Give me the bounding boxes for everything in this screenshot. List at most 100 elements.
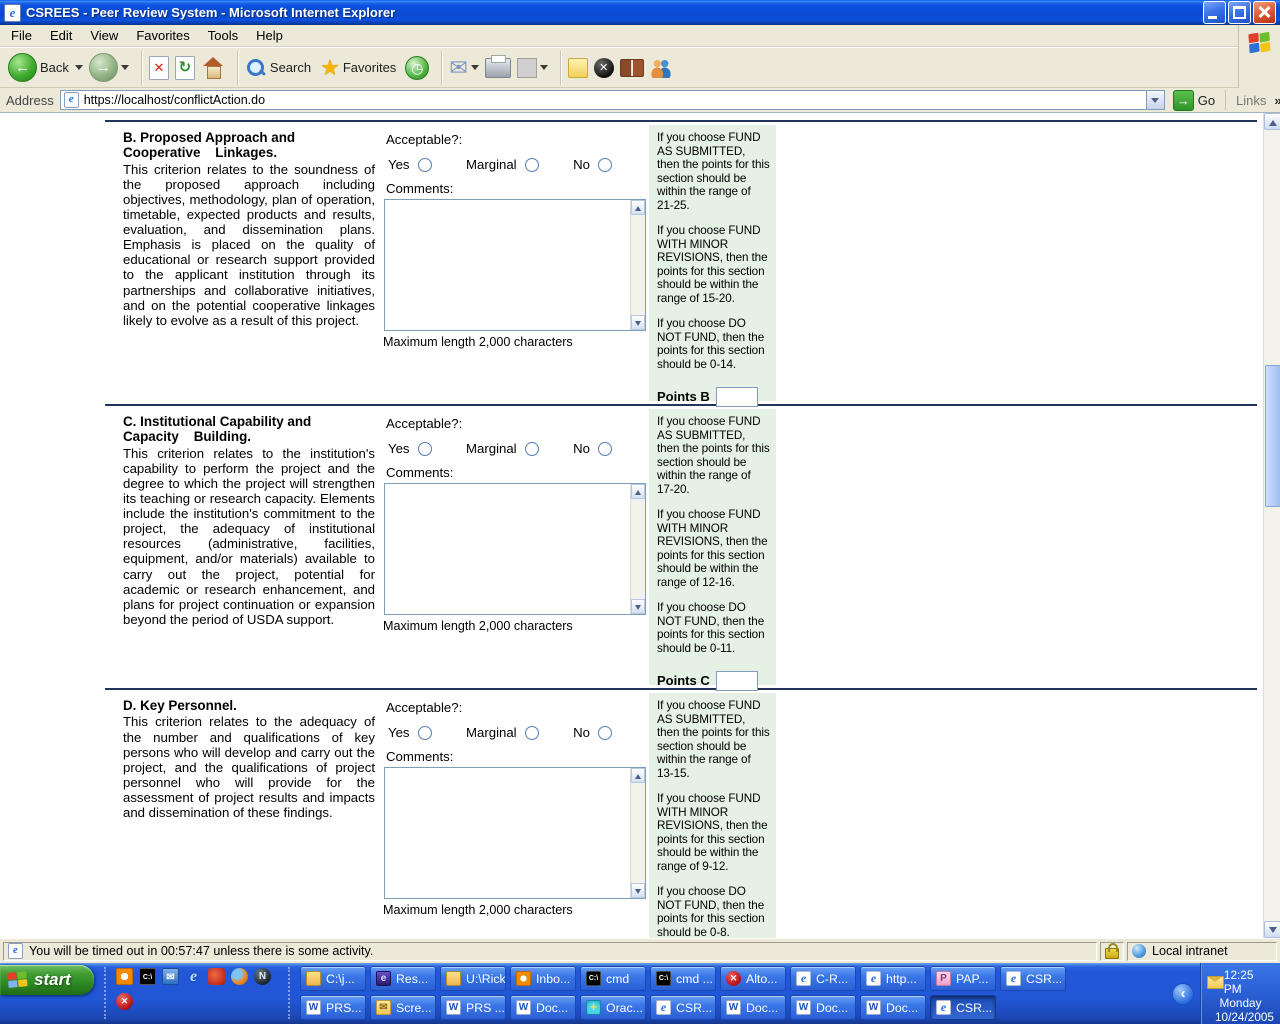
edit-dropdown-icon[interactable] [540, 65, 548, 70]
taskbar-button[interactable]: Doc... [860, 995, 926, 1020]
menu-file[interactable]: File [2, 25, 41, 46]
scroll-down-icon[interactable] [631, 315, 645, 330]
textarea-scrollbar[interactable] [630, 200, 645, 330]
taskbar-button[interactable]: Doc... [790, 995, 856, 1020]
vertical-scrollbar[interactable] [1263, 113, 1280, 938]
radio-option-marginal[interactable]: Marginal [466, 157, 539, 172]
new-mail-icon[interactable] [1207, 976, 1224, 989]
taskbar-button[interactable]: Inbo... [510, 966, 576, 991]
history-button[interactable] [405, 56, 429, 80]
scrollbar-thumb[interactable] [1265, 365, 1280, 507]
taskbar-button[interactable]: cmd ... [650, 966, 716, 991]
discuss-button[interactable] [568, 58, 588, 78]
back-button[interactable]: Back [8, 53, 83, 82]
taskbar-button[interactable]: Res... [370, 966, 436, 991]
taskbar-button[interactable]: PRS ... [440, 995, 506, 1020]
taskbar-button[interactable]: Alto... [720, 966, 786, 991]
taskbar-button[interactable]: PAP... [930, 966, 996, 991]
radio-option-no[interactable]: No [573, 725, 612, 740]
address-dropdown-icon[interactable] [1146, 91, 1164, 109]
mail-dropdown-icon[interactable] [471, 65, 479, 70]
radio-option-no[interactable]: No [573, 441, 612, 456]
radio-option-no[interactable]: No [573, 157, 612, 172]
radio-option-yes[interactable]: Yes [388, 441, 432, 456]
taskbar-button[interactable]: Doc... [510, 995, 576, 1020]
links-chevron-icon[interactable]: » [1274, 93, 1280, 108]
radio-button-icon[interactable] [598, 158, 612, 172]
points-input[interactable] [716, 671, 758, 691]
forward-button[interactable] [89, 53, 129, 82]
comments-textarea[interactable] [384, 767, 646, 899]
go-button[interactable]: Go [1173, 90, 1215, 111]
taskbar-button[interactable]: cmd [580, 966, 646, 991]
radio-button-icon[interactable] [525, 442, 539, 456]
print-button[interactable] [485, 58, 511, 78]
firefox-icon[interactable] [231, 968, 248, 985]
scroll-up-icon[interactable] [631, 768, 645, 783]
taskbar-button[interactable]: PRS... [300, 995, 366, 1020]
taskbar-button[interactable]: CSR... [650, 995, 716, 1020]
radio-button-icon[interactable] [418, 726, 432, 740]
radio-option-marginal[interactable]: Marginal [466, 441, 539, 456]
taskbar-button[interactable]: http... [860, 966, 926, 991]
scroll-down-icon[interactable] [1264, 921, 1280, 938]
close-button[interactable] [1253, 1, 1276, 24]
menu-help[interactable]: Help [247, 25, 292, 46]
radio-button-icon[interactable] [525, 158, 539, 172]
taskbar-button[interactable]: Doc... [720, 995, 786, 1020]
taskbar-button[interactable]: CSR... [930, 995, 996, 1020]
taskbar-button[interactable]: Scre... [370, 995, 436, 1020]
links-label[interactable]: Links [1236, 93, 1266, 108]
refresh-button[interactable] [175, 56, 195, 80]
scroll-up-icon[interactable] [1264, 113, 1280, 130]
taskbar-button[interactable]: CSR... [1000, 966, 1066, 991]
radio-option-yes[interactable]: Yes [388, 157, 432, 172]
internet-explorer-icon[interactable] [185, 968, 202, 985]
cmd-icon[interactable] [139, 968, 156, 985]
outlook-express-icon[interactable] [162, 968, 179, 985]
error-x-icon[interactable] [116, 993, 133, 1010]
menu-edit[interactable]: Edit [41, 25, 81, 46]
research-button[interactable] [620, 59, 644, 77]
textarea-scrollbar[interactable] [630, 484, 645, 614]
taskbar-button[interactable]: C:\j... [300, 966, 366, 991]
comments-textarea[interactable] [384, 483, 646, 615]
scroll-up-icon[interactable] [631, 200, 645, 215]
forward-dropdown-icon[interactable] [121, 65, 129, 70]
menu-favorites[interactable]: Favorites [127, 25, 198, 46]
radio-option-yes[interactable]: Yes [388, 725, 432, 740]
mail-button[interactable] [449, 57, 478, 79]
notes-clock-icon[interactable] [116, 968, 133, 985]
radio-button-icon[interactable] [598, 726, 612, 740]
scroll-up-icon[interactable] [631, 484, 645, 499]
points-input[interactable] [716, 387, 758, 407]
menu-tools[interactable]: Tools [199, 25, 247, 46]
taskbar-button[interactable]: Orac... [580, 995, 646, 1020]
maximize-button[interactable] [1228, 1, 1251, 24]
dragon-icon[interactable] [208, 968, 225, 985]
radio-button-icon[interactable] [525, 726, 539, 740]
taskbar-chevron-button[interactable] [1172, 983, 1194, 1005]
search-button[interactable]: Search [245, 57, 314, 79]
menu-view[interactable]: View [81, 25, 127, 46]
start-button[interactable]: start [0, 965, 94, 995]
radio-button-icon[interactable] [598, 442, 612, 456]
scroll-down-icon[interactable] [631, 883, 645, 898]
messenger-button[interactable] [650, 58, 672, 78]
textarea-scrollbar[interactable] [630, 768, 645, 898]
taskbar-button[interactable]: C-R... [790, 966, 856, 991]
taskbar-button[interactable]: U:\Rick [440, 966, 506, 991]
back-dropdown-icon[interactable] [75, 65, 83, 70]
edit-button[interactable] [517, 58, 548, 78]
address-input[interactable]: e https://localhost/conflictAction.do [60, 90, 1165, 110]
favorites-button[interactable]: Favorites [320, 57, 399, 79]
block-button[interactable] [594, 58, 614, 78]
radio-option-marginal[interactable]: Marginal [466, 725, 539, 740]
radio-button-icon[interactable] [418, 158, 432, 172]
netscape-icon[interactable] [254, 968, 271, 985]
stop-button[interactable] [149, 56, 169, 80]
minimize-button[interactable] [1203, 1, 1226, 24]
home-button[interactable] [201, 57, 225, 79]
scroll-down-icon[interactable] [631, 599, 645, 614]
comments-textarea[interactable] [384, 199, 646, 331]
